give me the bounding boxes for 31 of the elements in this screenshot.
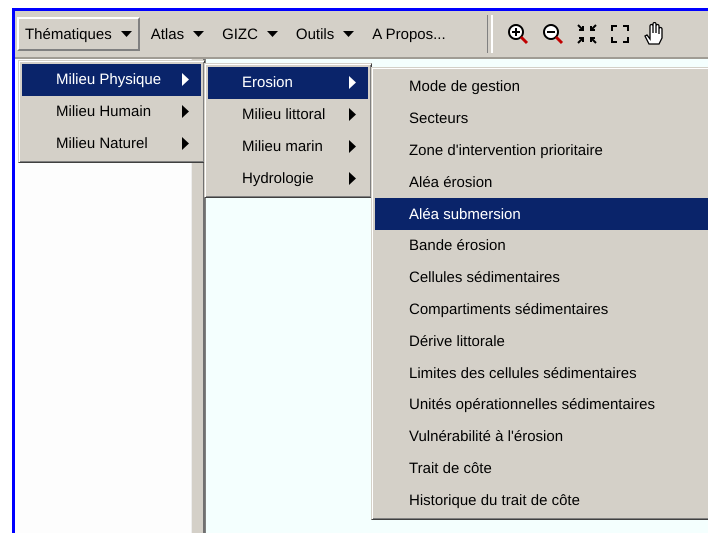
menu-item[interactable]: Aléa érosion <box>375 166 708 198</box>
menu-item[interactable]: Mode de gestion <box>375 71 708 103</box>
menu-item[interactable]: Aléa submersion <box>375 198 708 230</box>
menu-item[interactable]: Bande érosion <box>375 230 708 262</box>
menu-button[interactable]: Atlas <box>144 17 212 51</box>
menu-item[interactable]: Limites des cellules sédimentaires <box>375 357 708 389</box>
menu-button[interactable]: A Propos... <box>365 17 453 51</box>
menu-item[interactable]: Hydrologie <box>208 162 368 194</box>
hand-icon[interactable] <box>642 22 665 46</box>
zoom-in-icon[interactable] <box>506 23 529 45</box>
menu-item[interactable]: Vulnérabilité à l'érosion <box>375 420 708 453</box>
menu-item[interactable]: Milieu Naturel <box>22 128 201 160</box>
menu-button[interactable]: Thématiques <box>17 17 140 51</box>
menu-item[interactable]: Compartiments sédimentaires <box>375 294 708 326</box>
menu-item[interactable]: Milieu marin <box>208 130 368 162</box>
menu-button[interactable]: GIZC <box>215 17 285 51</box>
menu-item[interactable]: Secteurs <box>375 102 708 135</box>
menu-item[interactable]: Milieu Physique <box>22 64 201 96</box>
shrink-arrows-icon[interactable] <box>576 24 597 44</box>
expand-arrows-icon[interactable] <box>610 24 630 44</box>
menu-item[interactable]: Erosion <box>208 67 368 99</box>
menu-button[interactable]: Outils <box>288 17 362 51</box>
menu-item[interactable]: Zone d'intervention prioritaire <box>375 134 708 166</box>
menu-item[interactable]: Milieu littoral <box>208 98 368 131</box>
menu-item[interactable]: Milieu Humain <box>22 96 201 128</box>
menu-item[interactable]: Unités opérationnelles sédimentaires <box>375 388 708 421</box>
menu-item[interactable]: Trait de côte <box>375 452 708 484</box>
menu-item[interactable]: Historique du trait de côte <box>375 484 708 516</box>
menu-item[interactable]: Cellules sédimentaires <box>375 262 708 294</box>
menu-item[interactable]: Dérive littorale <box>375 325 708 358</box>
zoom-out-icon[interactable] <box>542 23 564 45</box>
